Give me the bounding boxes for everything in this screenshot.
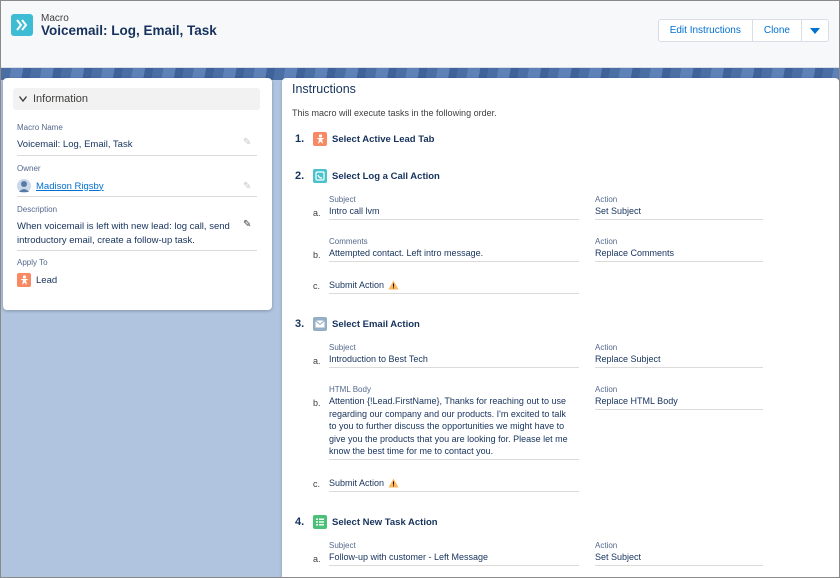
header-button-group: Edit Instructions Clone [657,19,829,42]
submit-action-row: Submit Action [329,279,399,292]
action-value: Replace Comments [595,248,675,258]
action-label: Action [595,541,618,550]
warning-triangle-icon [388,478,399,488]
divider [329,491,579,492]
field-value: Intro call lvm [329,206,380,216]
owner-label: Owner [17,164,41,173]
owner-field: Madison Rigsby [17,179,104,193]
field-value-line: to you to further discuss the opportunit… [329,421,565,431]
action-value: Replace Subject [595,354,661,364]
edit-macro-name-icon[interactable]: ✎ [243,137,251,148]
edit-instructions-button[interactable]: Edit Instructions [659,20,753,41]
sub-letter: a. [313,208,321,218]
apply-to-field: Lead [17,273,57,287]
person-icon [17,273,31,287]
step-title: Select Active Lead Tab [332,134,435,145]
divider [329,367,579,368]
divider [17,196,257,197]
divider [329,219,579,220]
divider [17,155,257,156]
edit-description-icon[interactable]: ✎ [243,219,251,230]
divider [595,565,763,566]
owner-link[interactable]: Madison Rigsby [36,181,104,192]
action-label: Action [595,385,618,394]
sub-letter: b. [313,398,321,408]
step-number: 4. [295,516,305,528]
avatar [17,179,31,193]
field-value: Follow-up with customer - Left Message [329,552,489,562]
app-window: Macro Voicemail: Log, Email, Task Edit I… [0,0,840,578]
divider [595,409,763,410]
field-value-line: know the best time for me to contact you… [329,446,494,456]
field-value-line: Attention {!Lead.FirstName}, Thanks for … [329,396,566,406]
step-number: 3. [295,318,305,330]
field-value: Attempted contact. Left intro message. [329,248,484,258]
information-panel: Information Macro Name Voicemail: Log, E… [3,78,272,310]
field-label: Comments [329,237,368,246]
chevron-down-icon [18,94,28,104]
sub-letter: a. [313,554,321,564]
action-label: Action [595,237,618,246]
step-title: Select New Task Action [332,517,438,528]
clone-button[interactable]: Clone [753,20,802,41]
divider [329,459,579,460]
step-number: 1. [295,133,305,145]
field-value-line: give you the products that you are looki… [329,433,568,444]
sub-letter: c. [313,281,321,291]
change-owner-icon[interactable]: ✎ [243,181,251,192]
page-title: Voicemail: Log, Email, Task [41,23,217,38]
description-value: When voicemail is left with new lead: lo… [17,221,230,246]
instructions-panel: Instructions This macro will execute tas… [282,78,839,577]
action-value: Replace HTML Body [595,396,678,406]
macro-name-label: Macro Name [17,123,63,132]
person-icon [313,132,327,146]
action-label: Action [595,343,618,352]
apply-to-label: Apply To [17,258,48,267]
divider [595,261,763,262]
checklist-icon [313,515,327,529]
page-header: Macro Voicemail: Log, Email, Task Edit I… [1,1,839,68]
field-label: HTML Body [329,385,371,394]
action-value: Set Subject [595,552,642,562]
divider [329,261,579,262]
description-label: Description [17,205,58,214]
envelope-icon [313,317,327,331]
phone-log-icon [313,169,327,183]
submit-action-row: Submit Action [329,477,399,490]
step-number: 2. [295,170,305,182]
divider [329,565,579,566]
information-section-toggle[interactable]: Information [13,88,260,110]
sub-letter: b. [313,250,321,260]
macro-name-value: Voicemail: Log, Email, Task [17,139,133,150]
sub-letter: a. [313,356,321,366]
field-label: Subject [329,195,356,204]
field-value: Introduction to Best Tech [329,354,428,364]
divider [329,293,579,294]
section-title: Information [33,93,89,105]
warning-triangle-icon [388,280,399,290]
apply-to-value: Lead [36,274,58,286]
action-value: Set Subject [595,206,642,216]
macro-icon [11,14,33,36]
sub-letter: c. [313,479,321,489]
step-title: Select Email Action [332,319,420,330]
divider [595,219,763,220]
divider [17,250,257,251]
instructions-title: Instructions [292,82,356,96]
instructions-description: This macro will execute tasks in the fol… [292,108,497,118]
more-actions-button[interactable] [802,20,828,41]
divider [595,367,763,368]
chevron-down-icon [810,27,820,34]
field-value-line: regarding our company and our products. … [329,408,566,419]
field-label: Subject [329,541,356,550]
field-value: Submit Action [329,280,385,290]
action-label: Action [595,195,618,204]
step-title: Select Log a Call Action [332,171,440,182]
field-value-multiline: Attention {!Lead.FirstName}, Thanks for … [329,395,581,458]
field-value: Submit Action [329,478,385,488]
field-label: Subject [329,343,356,352]
